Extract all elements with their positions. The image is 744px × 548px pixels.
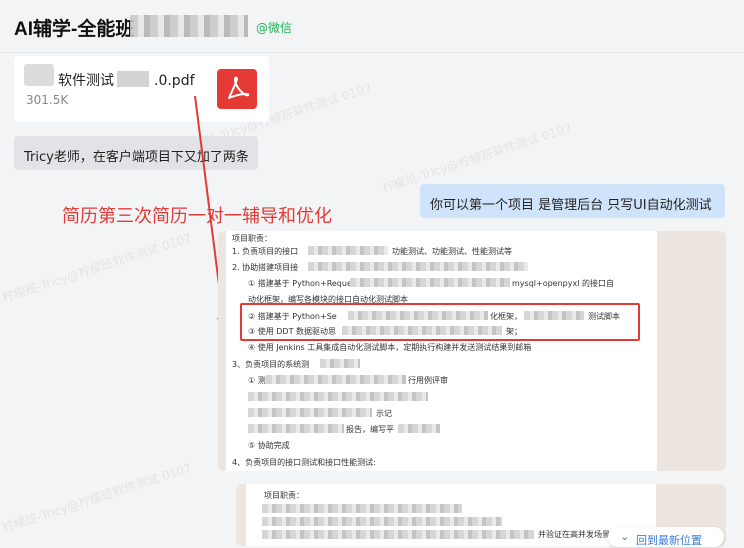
redacted <box>320 359 360 368</box>
redacted <box>398 424 440 433</box>
redacted <box>262 517 502 526</box>
redacted <box>262 530 534 539</box>
redacted <box>308 246 388 255</box>
resume-line: 1. 负责项目的接口 <box>232 247 299 256</box>
resume-line: ④ 使用 Jenkins 工具集成自动化测试脚本，定期执行构建并发送测试结果到邮… <box>248 343 532 352</box>
resume-line: 2. 协助搭建项目接 <box>232 263 299 272</box>
back-to-latest-label: 回到最新位置 <box>636 534 702 547</box>
resume-line: 示记 <box>376 409 392 418</box>
resume-line: 项目职责： <box>232 234 272 243</box>
resume-line: ① 测 <box>248 376 266 385</box>
resume-line: 4、负责项目的接口测试和接口性能测试: <box>232 458 376 467</box>
resume-line: 行用例评审 <box>408 376 448 385</box>
resume-line: 项目职责： <box>264 491 304 500</box>
highlight-box <box>240 303 640 341</box>
redacted <box>350 278 510 287</box>
redacted <box>248 424 344 433</box>
resume-line: 3、负责项目的系统测 <box>232 360 310 369</box>
redacted <box>266 375 406 384</box>
resume-line: 报告，编写平 <box>346 425 394 434</box>
chevron-down-icon: ⌄ <box>620 530 630 543</box>
resume-line: ⑤ 协助完成 <box>248 441 290 450</box>
resume-line: 并验证在高并发场景 <box>538 530 610 539</box>
redacted <box>248 408 372 417</box>
redacted <box>248 392 428 401</box>
redacted <box>262 504 462 513</box>
redacted <box>308 262 528 271</box>
resume-line: 功能测试、功能测试、性能测试等 <box>392 247 512 256</box>
resume-line: mysql+openpyxl 的接口自 <box>512 279 614 288</box>
resume-line: ① 搭建基于 Python+Request <box>248 279 360 288</box>
